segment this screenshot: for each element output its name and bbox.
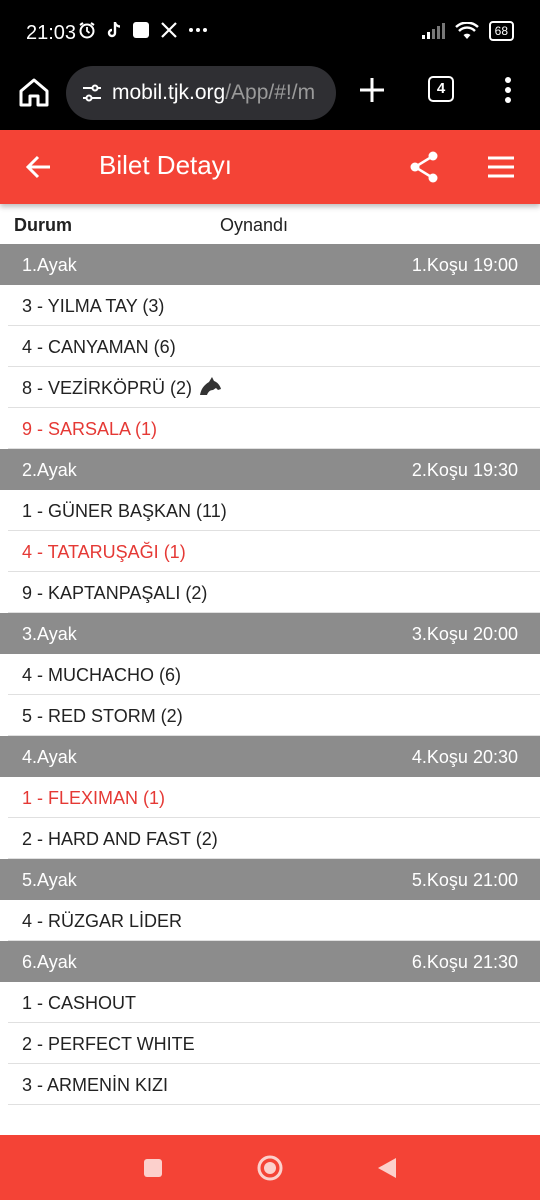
horse-name: 1 - FLEXIMAN (1) xyxy=(22,788,166,808)
url-path: /App/#!/m xyxy=(225,81,316,104)
horse-head-icon xyxy=(200,377,221,395)
horse-row: 8 - VEZİRKÖPRÜ (2) xyxy=(8,367,540,408)
horse-name: 5 - RED STORM (2) xyxy=(22,706,183,726)
back-arrow-icon[interactable] xyxy=(24,152,54,182)
page-title: Bilet Detayı xyxy=(99,150,232,180)
leg-label: 5.Ayak xyxy=(22,870,77,890)
recents-icon[interactable] xyxy=(143,1158,163,1178)
leg-header: 5.Ayak 5.Koşu 21:00 xyxy=(0,859,540,900)
horse-name: 3 - ARMENİN KIZI xyxy=(22,1075,169,1095)
url-host: mobil.tjk.org xyxy=(112,81,226,104)
more-dots-icon xyxy=(189,28,207,32)
system-status-bar: 21:03 68 xyxy=(0,0,540,62)
ticket-detail: Durum Oynandı 1.Ayak 1.Koşu 19:00 3 - YILM… xyxy=(0,204,540,1105)
browser-menu-icon[interactable] xyxy=(496,74,520,106)
url-bar[interactable]: mobil.tjk.org/App/#!/m xyxy=(66,66,336,120)
horse-row: 1 - CASHOUT xyxy=(8,982,540,1023)
horse-row: 4 - MUCHACHO (6) xyxy=(8,654,540,695)
status-label: Durum xyxy=(14,215,72,235)
leg-header: 2.Ayak 2.Koşu 19:30 xyxy=(0,449,540,490)
horse-row: 2 - PERFECT WHITE xyxy=(8,1023,540,1064)
race-time: 1.Koşu 19:00 xyxy=(411,255,518,275)
horse-row: 9 - KAPTANPAŞALI (2) xyxy=(8,572,540,613)
race-time: 3.Koşu 20:00 xyxy=(411,624,518,644)
race-time: 4.Koşu 20:30 xyxy=(411,747,518,767)
new-tab-icon[interactable] xyxy=(356,74,388,106)
horse-row: 2 - HARD AND FAST (2) xyxy=(8,818,540,859)
home-icon[interactable] xyxy=(16,74,52,110)
horse-row: 4 - TATARUŞAĞI (1) xyxy=(8,531,540,572)
horse-row: 3 - YILMA TAY (3) xyxy=(8,285,540,326)
leg-header: 3.Ayak 3.Koşu 20:00 xyxy=(0,613,540,654)
leg-header: 4.Ayak 4.Koşu 20:30 xyxy=(0,736,540,777)
wifi-icon xyxy=(454,22,479,39)
horse-row: 1 - GÜNER BAŞKAN (11) xyxy=(8,490,540,531)
horse-name: 4 - MUCHACHO (6) xyxy=(22,665,182,685)
horse-name: 4 - TATARUŞAĞI (1) xyxy=(22,542,186,562)
race-time: 2.Koşu 19:30 xyxy=(411,460,518,480)
horse-row: 4 - RÜZGAR LİDER xyxy=(8,900,540,941)
horse-name: 4 - RÜZGAR LİDER xyxy=(22,911,183,931)
horse-name: 2 - PERFECT WHITE xyxy=(22,1034,195,1054)
tiktok-icon xyxy=(107,22,121,38)
back-nav-icon[interactable] xyxy=(376,1156,398,1180)
app-square-icon xyxy=(133,22,149,38)
horse-name: 1 - CASHOUT xyxy=(22,993,137,1013)
home-nav-icon[interactable] xyxy=(256,1154,284,1182)
ticket-status-row: Durum Oynandı xyxy=(0,204,540,244)
system-icons: 68 xyxy=(421,21,514,41)
status-value: Oynandı xyxy=(220,215,289,235)
leg-label: 6.Ayak xyxy=(22,952,77,972)
signal-icon xyxy=(421,23,445,39)
leg-header: 6.Ayak 6.Koşu 21:30 xyxy=(0,941,540,982)
x-icon xyxy=(161,22,177,38)
share-icon[interactable] xyxy=(408,150,440,184)
leg-label: 3.Ayak xyxy=(22,624,77,644)
battery-icon: 68 xyxy=(488,21,514,41)
site-settings-icon[interactable] xyxy=(80,81,104,105)
leg-header: 1.Ayak 1.Koşu 19:00 xyxy=(0,244,540,285)
horse-row: 5 - RED STORM (2) xyxy=(8,695,540,736)
system-navigation-bar xyxy=(0,1135,540,1200)
leg-label: 2.Ayak xyxy=(22,460,77,480)
horse-name: 9 - SARSALA (1) xyxy=(22,419,158,439)
browser-toolbar: mobil.tjk.org/App/#!/m 4 xyxy=(0,62,540,130)
status-time: 21:03 xyxy=(26,22,77,44)
horse-name: 8 - VEZİRKÖPRÜ (2) xyxy=(22,378,193,398)
horse-name: 1 - GÜNER BAŞKAN (11) xyxy=(22,501,227,521)
alarm-icon xyxy=(79,22,95,39)
horse-row: 3 - ARMENİN KIZI xyxy=(8,1064,540,1105)
race-time: 5.Koşu 21:00 xyxy=(411,870,518,890)
legs-list: 1.Ayak 1.Koşu 19:00 3 - YILMA TAY (3) 4 - C… xyxy=(0,244,540,1105)
race-time: 6.Koşu 21:30 xyxy=(411,952,518,972)
horse-row: 9 - SARSALA (1) xyxy=(8,408,540,449)
leg-label: 4.Ayak xyxy=(22,747,77,767)
horse-name: 3 - YILMA TAY (3) xyxy=(22,296,165,316)
horse-name: 2 - HARD AND FAST (2) xyxy=(22,829,218,849)
horse-row: 4 - CANYAMAN (6) xyxy=(8,326,540,367)
leg-label: 1.Ayak xyxy=(22,255,77,275)
tab-switcher-button[interactable]: 4 xyxy=(428,76,454,102)
app-header: Bilet Detayı xyxy=(0,130,540,204)
horse-name: 9 - KAPTANPAŞALI (2) xyxy=(22,583,208,603)
horse-name: 4 - CANYAMAN (6) xyxy=(22,337,176,357)
notification-icons xyxy=(78,21,208,39)
hamburger-menu-icon[interactable] xyxy=(486,152,516,182)
horse-row: 1 - FLEXIMAN (1) xyxy=(8,777,540,818)
